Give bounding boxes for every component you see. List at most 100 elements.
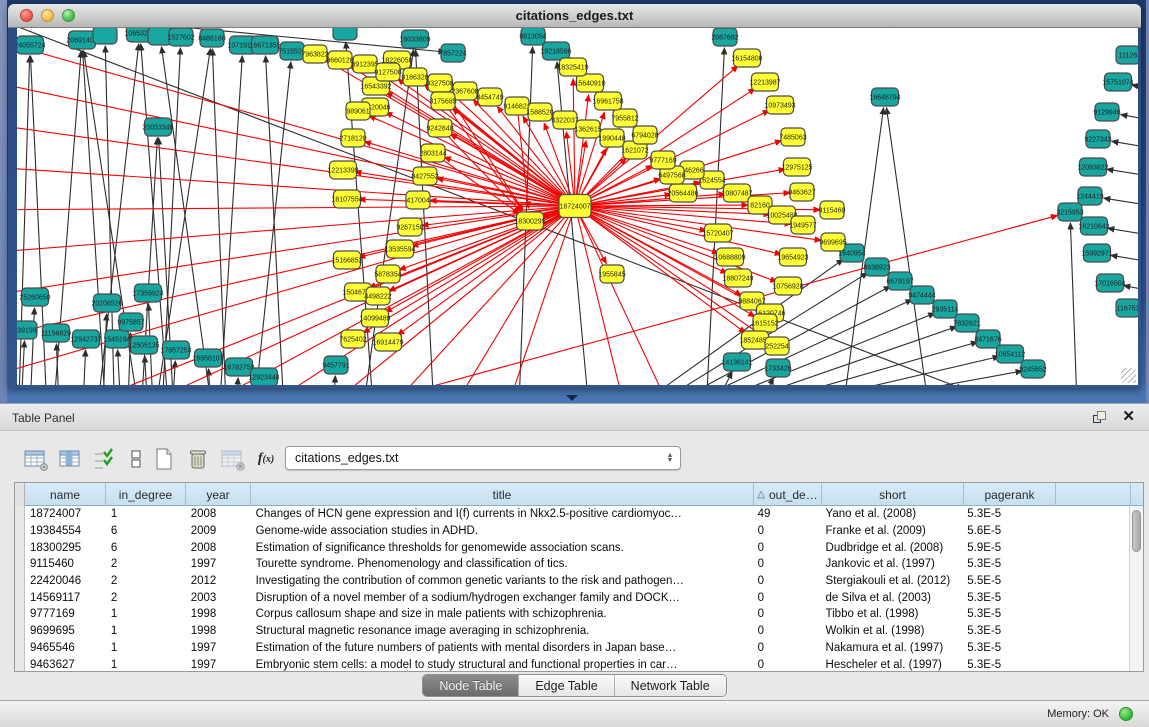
graph-node[interactable] — [333, 28, 357, 40]
delete-table-icon[interactable] — [184, 445, 212, 473]
graph-node[interactable]: 9127508 — [374, 63, 401, 81]
graph-node[interactable]: 16671355 — [249, 36, 280, 54]
graph-node[interactable]: 8813054 — [519, 28, 546, 45]
float-panel-icon[interactable] — [1092, 409, 1108, 425]
graph-node[interactable]: 1733426 — [764, 359, 791, 377]
graph-node[interactable]: 9327508 — [426, 74, 453, 92]
scrollbar-thumb[interactable] — [1132, 510, 1141, 552]
graph-edge[interactable] — [1107, 169, 1138, 185]
graph-node[interactable]: 17359924 — [132, 284, 163, 302]
graph-node[interactable]: 20564486 — [667, 184, 698, 202]
select-rows-icon[interactable] — [90, 445, 118, 473]
graph-node[interactable]: 8427552 — [411, 167, 438, 185]
graph-node[interactable]: 1588520 — [526, 103, 553, 121]
graph-node[interactable]: 7955812 — [611, 109, 638, 127]
table-row[interactable]: 946554611997Estimation of the future num… — [15, 640, 1129, 657]
graph-node[interactable]: 9474444 — [908, 286, 935, 304]
graph-node[interactable]: 8454749 — [476, 88, 503, 106]
graph-node[interactable]: 2803144 — [419, 144, 446, 162]
graph-node[interactable]: 20206526 — [91, 294, 122, 312]
graph-node[interactable]: 16648794 — [869, 88, 900, 106]
graph-node[interactable]: 8486160 — [198, 29, 225, 47]
graph-node[interactable]: 11156829 — [41, 324, 71, 342]
graph-edge[interactable] — [1121, 115, 1138, 130]
graph-node[interactable]: 8938923 — [863, 258, 890, 276]
graph-node[interactable]: 2087682 — [711, 28, 738, 46]
table-settings-icon[interactable] — [21, 445, 49, 473]
graph-node[interactable]: 15720407 — [702, 224, 733, 242]
graph-edge[interactable] — [1104, 198, 1138, 214]
graph-edge[interactable] — [252, 62, 291, 385]
graph-edge[interactable] — [1111, 255, 1138, 271]
graph-node[interactable]: 12213987 — [749, 73, 780, 91]
graph-node[interactable]: 12093822 — [1077, 158, 1108, 176]
graph-edge[interactable] — [575, 194, 725, 206]
graph-node[interactable]: 10688809 — [714, 248, 745, 266]
graph-node[interactable]: 1955845 — [598, 265, 625, 283]
network-canvas[interactable]: 2405572420691406106532871527602848616010… — [17, 28, 1138, 385]
column-header-pagerank[interactable]: pagerank — [964, 483, 1056, 506]
graph-node[interactable]: 19958107 — [192, 349, 223, 367]
graph-edge[interactable] — [575, 206, 680, 385]
graph-edge[interactable] — [575, 206, 630, 385]
graph-node[interactable]: 9777169 — [649, 151, 676, 169]
graph-node[interactable]: 17957253 — [160, 341, 191, 359]
graph-node[interactable]: 7485063 — [779, 128, 806, 146]
graph-edge[interactable] — [234, 378, 238, 385]
graph-edge[interactable] — [652, 327, 957, 385]
graph-edge[interactable] — [161, 48, 180, 385]
graph-node[interactable]: 6679197 — [886, 272, 913, 290]
graph-node[interactable]: 252254 — [765, 337, 789, 355]
row-height-icon[interactable] — [122, 445, 150, 473]
graph-node[interactable]: 1990448 — [598, 129, 625, 147]
memory-ok-indicator-icon[interactable] — [1119, 707, 1133, 721]
graph-node[interactable]: 19654923 — [777, 248, 808, 266]
graph-node[interactable]: 9699695 — [819, 233, 846, 251]
graph-node[interactable]: 7857224 — [439, 44, 466, 62]
graph-edge[interactable] — [118, 350, 122, 385]
graph-edge[interactable] — [1132, 85, 1138, 100]
graph-edge[interactable] — [332, 376, 335, 385]
graph-edge[interactable] — [1070, 223, 1078, 385]
vertical-scrollbar[interactable] — [1129, 506, 1143, 671]
panel-divider-grip-icon[interactable] — [566, 395, 578, 401]
graph-node[interactable]: 16961758 — [592, 92, 623, 110]
graph-edge[interactable] — [266, 56, 285, 385]
graph-node[interactable] — [93, 28, 117, 44]
graph-edge[interactable] — [433, 153, 519, 214]
graph-node[interactable]: 2935114 — [932, 300, 959, 318]
graph-node[interactable]: 10756928 — [772, 277, 803, 295]
graph-node[interactable]: 16033809 — [399, 30, 430, 48]
graph-node[interactable]: 939199 — [17, 321, 37, 339]
graph-node[interactable]: 9129946 — [1093, 103, 1120, 121]
graph-node[interactable]: 18807249 — [722, 269, 753, 287]
graph-node[interactable]: 5878354 — [374, 265, 401, 283]
graph-node[interactable]: 16914479 — [372, 333, 403, 351]
graph-node[interactable]: 9115460 — [819, 201, 846, 219]
graph-node[interactable]: 9660128 — [326, 51, 353, 69]
graph-node[interactable]: 9227343 — [1084, 130, 1111, 148]
graph-node[interactable]: 15640910 — [574, 74, 605, 92]
graph-node[interactable]: 12942737 — [70, 330, 101, 348]
graph-node[interactable]: 9975857 — [117, 313, 144, 331]
graph-node[interactable]: 7625402 — [339, 330, 366, 348]
tab-network-table[interactable]: Network Table — [615, 675, 726, 696]
table-row[interactable]: 1830029562008Estimation of significance … — [15, 539, 1129, 556]
graph-edge[interactable] — [517, 106, 529, 208]
graph-node[interactable]: 417004 — [406, 191, 430, 209]
function-builder-icon[interactable]: f(x) — [252, 445, 280, 473]
column-header-year[interactable]: year — [186, 483, 251, 506]
graph-node[interactable]: 9267150 — [396, 218, 423, 236]
graph-node[interactable]: 17016504 — [1094, 274, 1125, 292]
graph-node[interactable]: 15166852 — [331, 251, 362, 269]
table-row[interactable]: 911546021997Tourette syndrome. Phenomeno… — [15, 556, 1129, 573]
graph-node[interactable]: 12213399 — [327, 161, 358, 179]
graph-node[interactable]: 4498222 — [364, 287, 391, 305]
graph-node[interactable]: 18107554 — [331, 190, 362, 208]
table-row[interactable]: 2242004622012Investigating the contribut… — [15, 573, 1129, 590]
graph-edge[interactable] — [209, 369, 212, 385]
table-row[interactable]: 1456911722003Disruption of a novel membe… — [15, 589, 1129, 606]
graph-node-hub[interactable]: 18724007 — [559, 195, 591, 218]
graph-node[interactable]: 6794028 — [631, 126, 658, 144]
graph-node[interactable]: 9242848 — [426, 119, 453, 137]
